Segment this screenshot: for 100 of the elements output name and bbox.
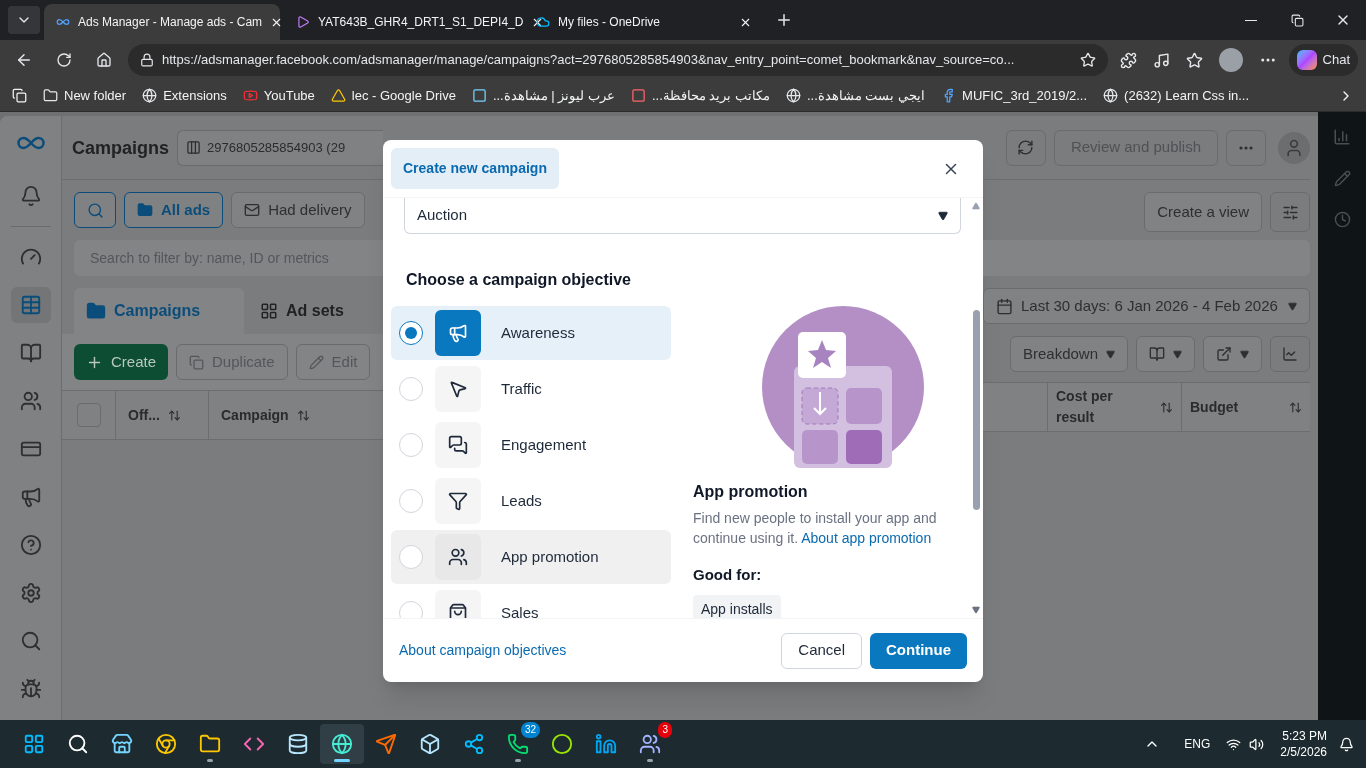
profile-avatar[interactable] xyxy=(1218,48,1243,72)
scroll-down-arrow-icon[interactable] xyxy=(972,606,980,614)
bookmark-link[interactable]: ايجي بست مشاهدة... xyxy=(786,85,926,106)
date-range-button[interactable]: Last 30 days: 6 Jan 2026 - 4 Feb 2026 xyxy=(983,288,1310,324)
account-selector[interactable]: 2976805285854903 (29 xyxy=(177,129,383,166)
notification-badge: 32 xyxy=(520,722,540,738)
objective-label: Engagement xyxy=(501,434,587,455)
filter-button[interactable]: Had delivery xyxy=(231,192,365,228)
taskbar-app[interactable]: 32 xyxy=(496,724,540,764)
favorite-star-icon[interactable] xyxy=(1079,52,1096,68)
clock-icon[interactable] xyxy=(1333,211,1351,228)
bell-icon xyxy=(19,185,42,207)
bookmark-link[interactable]: عرب ليونز | مشاهدة... xyxy=(471,85,615,106)
objective-label: Leads xyxy=(501,490,542,511)
extensions-icon[interactable] xyxy=(1119,51,1137,69)
calendar-icon xyxy=(996,297,1013,315)
breakdown-button[interactable]: Breakdown xyxy=(1009,336,1128,372)
objective-option[interactable]: Awareness xyxy=(391,306,671,360)
taskbar-app[interactable] xyxy=(320,724,364,764)
taskbar-app[interactable]: 3 xyxy=(628,724,672,764)
section-heading: Choose a campaign objective xyxy=(405,270,632,290)
objective-option[interactable]: Leads xyxy=(391,474,671,528)
media-icon[interactable] xyxy=(1152,51,1170,69)
column-header[interactable]: Off... xyxy=(116,391,209,439)
columns-icon xyxy=(1149,346,1165,362)
bookmark-link[interactable]: Extensions xyxy=(142,85,227,106)
collections-icon[interactable] xyxy=(12,88,27,103)
bookmark-link[interactable]: (2632) Learn Css in... xyxy=(1103,85,1250,106)
notification-icon[interactable] xyxy=(1339,736,1354,752)
wifi-icon[interactable] xyxy=(1226,736,1242,752)
sidebar-nav-button[interactable] xyxy=(10,287,51,323)
browser-tab[interactable]: My files - OneDrive xyxy=(524,4,760,40)
continue-button[interactable]: Continue xyxy=(870,632,967,669)
bookmark-link[interactable]: New folder xyxy=(43,85,127,106)
play-icon xyxy=(242,88,258,103)
tab-list-button[interactable] xyxy=(8,6,40,34)
bar-chart-icon[interactable] xyxy=(1333,128,1351,146)
objective-option[interactable]: Traffic xyxy=(391,362,671,416)
favorites-icon[interactable] xyxy=(1185,51,1203,69)
dialog-title: Create new campaign xyxy=(391,148,559,189)
column-header[interactable]: Campaign xyxy=(209,391,383,439)
chrome-icon xyxy=(155,733,177,755)
search-field-end[interactable] xyxy=(983,240,1310,276)
user-avatar[interactable] xyxy=(1278,131,1310,164)
windows-icon xyxy=(23,733,45,755)
envelope-icon xyxy=(244,202,261,218)
search-icon xyxy=(86,201,104,219)
megaphone-icon xyxy=(448,323,468,343)
chart-button[interactable] xyxy=(1270,336,1310,372)
column-header[interactable]: Budget xyxy=(1182,383,1310,431)
caret-icon xyxy=(1288,301,1297,311)
create-button[interactable]: Create xyxy=(74,344,169,380)
bookmark-link[interactable]: مكاتب بريد محافظة... xyxy=(630,85,770,106)
column-header[interactable]: Cost per result xyxy=(1047,383,1182,431)
browser-tab[interactable]: Ads Manager - Manage ads - Cam xyxy=(44,4,280,40)
bookmark-link[interactable]: lec - Google Drive xyxy=(330,85,456,106)
search-button[interactable] xyxy=(74,192,116,228)
objective-label: Awareness xyxy=(501,322,575,343)
about-app-promotion-link[interactable]: About app promotion xyxy=(801,530,932,546)
cancel-button[interactable]: Cancel xyxy=(781,632,862,669)
sort-icon xyxy=(1289,400,1302,414)
objective-option[interactable]: Engagement xyxy=(391,418,671,472)
globe-icon xyxy=(331,733,353,755)
clock[interactable]: 5:23 PM 2/5/2026 xyxy=(1280,728,1327,760)
bookmark-link[interactable]: MUFIC_3rd_2019/2... xyxy=(941,85,1088,106)
caret-icon xyxy=(1240,349,1249,359)
language-indicator[interactable]: ENG xyxy=(1184,735,1211,753)
sort-icon xyxy=(167,408,181,422)
scroll-up-arrow-icon[interactable] xyxy=(972,202,980,210)
about-objectives-link[interactable]: About campaign objectives xyxy=(399,640,567,661)
megaphone-icon xyxy=(19,486,42,508)
objective-option[interactable]: Sales xyxy=(391,586,671,618)
create-view-button[interactable]: Create a view xyxy=(1144,192,1262,232)
cube-icon xyxy=(419,733,441,755)
bookmark-link[interactable]: YouTube xyxy=(242,85,315,106)
refresh-button[interactable] xyxy=(1005,129,1046,166)
settings-icon xyxy=(19,582,42,604)
address-bar[interactable]: https://adsmanager.facebook.com/adsmanager/manage/campaigns?act=2976805285854903&nav_entry_point=comet_bookmark&nav_source=co... xyxy=(128,44,1108,76)
running-indicator xyxy=(647,759,653,762)
people-icon xyxy=(19,390,42,412)
chat-bubbles-icon xyxy=(448,435,468,455)
level-tab[interactable]: Ad sets xyxy=(248,288,356,334)
cloud-icon xyxy=(536,15,550,29)
settings-sliders-button[interactable] xyxy=(1270,192,1310,232)
radio-button[interactable] xyxy=(399,321,423,345)
columns-button[interactable] xyxy=(1136,336,1195,372)
store-icon xyxy=(111,733,133,755)
plus-icon xyxy=(775,11,793,29)
export-button[interactable] xyxy=(1203,336,1262,372)
buying-type-dropdown[interactable]: Auction xyxy=(404,198,961,234)
objective-option[interactable]: App promotion xyxy=(391,530,671,584)
tag: App installs xyxy=(693,594,781,618)
search-icon xyxy=(19,630,42,652)
copilot-icon xyxy=(1296,50,1317,70)
pencil-icon[interactable] xyxy=(1333,170,1351,187)
scrollbar-thumb[interactable] xyxy=(972,310,980,510)
chat-button[interactable]: Chat xyxy=(1288,44,1358,76)
volume-icon[interactable] xyxy=(1249,736,1265,752)
table-icon xyxy=(19,294,42,316)
line-chart-icon xyxy=(1282,346,1298,362)
